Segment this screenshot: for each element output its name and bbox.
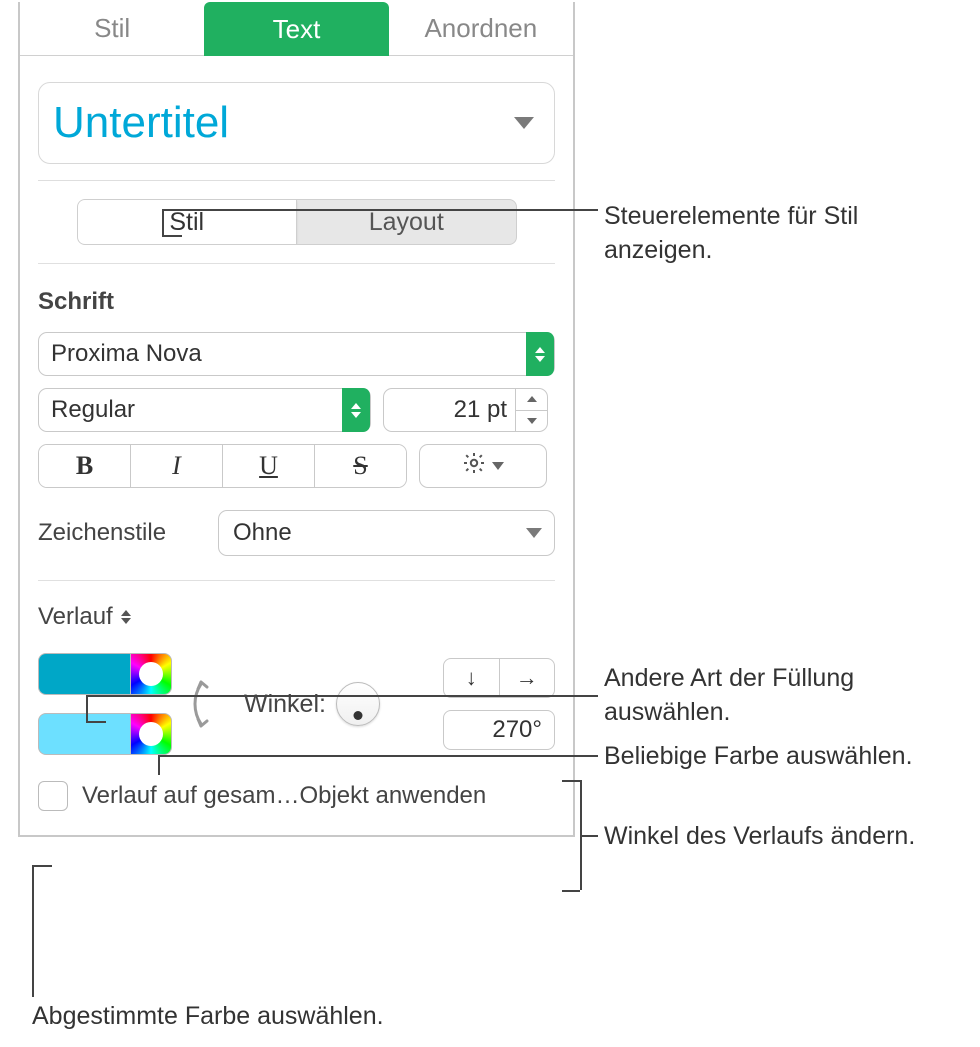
callout-lead	[32, 865, 34, 997]
angle-down-button[interactable]: ↓	[444, 659, 500, 697]
bius-group: B I U S	[38, 444, 407, 488]
underline-button[interactable]: U	[222, 445, 314, 487]
character-styles-label: Zeichenstile	[38, 519, 200, 547]
divider	[38, 180, 555, 181]
font-family-select[interactable]: Proxima Nova	[38, 332, 555, 376]
tab-text[interactable]: Text	[204, 2, 388, 56]
callout-lead	[32, 865, 52, 867]
callout-lead	[162, 209, 164, 236]
paragraph-style-label: Untertitel	[53, 98, 229, 148]
callout-lead	[158, 755, 160, 775]
callout-lead	[158, 755, 598, 757]
callout-lead	[580, 780, 582, 890]
font-weight-value: Regular	[51, 396, 135, 424]
divider	[38, 263, 555, 264]
fill-type-value: Verlauf	[38, 603, 113, 631]
angle-value-field[interactable]: 270°	[443, 710, 555, 750]
callout-fill-type: Andere Art der Füllung auswählen.	[604, 662, 864, 730]
fill-type-dropdown[interactable]: Verlauf	[38, 603, 131, 631]
top-tabs: Stil Text Anordnen	[20, 2, 573, 56]
angle-knob[interactable]	[336, 682, 380, 726]
angle-direction-segmented: ↓ →	[443, 658, 555, 698]
bold-button[interactable]: B	[39, 445, 130, 487]
tab-stil[interactable]: Stil	[20, 2, 204, 56]
angle-right-button[interactable]: →	[500, 659, 555, 697]
advanced-font-button[interactable]	[419, 444, 547, 488]
font-size-down[interactable]	[516, 411, 547, 432]
seg-layout[interactable]: Layout	[297, 200, 516, 244]
callout-lead	[86, 695, 88, 722]
callout-lead	[562, 890, 580, 892]
chevron-down-icon	[492, 462, 504, 470]
callout-angle: Winkel des Verlaufs ändern.	[604, 820, 974, 854]
format-sidebar: Stil Text Anordnen Untertitel Stil Layou…	[18, 2, 575, 837]
gradient-color-1-wheel[interactable]	[130, 653, 172, 695]
paragraph-style-dropdown[interactable]: Untertitel	[38, 82, 555, 164]
callout-lead	[162, 235, 182, 237]
callout-matched-color: Abgestimmte Farbe auswählen.	[32, 1000, 512, 1034]
callout-lead	[162, 209, 598, 211]
font-family-value: Proxima Nova	[51, 340, 202, 368]
callout-lead	[562, 780, 580, 782]
callout-lead	[580, 835, 598, 837]
callout-stil-controls: Steuerelemente für Stil anzeigen.	[604, 200, 864, 268]
updown-icon	[121, 610, 131, 624]
gradient-color-2-wheel[interactable]	[130, 713, 172, 755]
schrift-label: Schrift	[38, 288, 555, 316]
select-stepper-icon	[526, 332, 554, 376]
font-size-up[interactable]	[516, 389, 547, 411]
gradient-controls: Winkel: ↓ → 270°	[38, 653, 555, 755]
select-stepper-icon	[342, 388, 370, 432]
font-size-value: 21 pt	[384, 396, 515, 424]
stil-layout-segmented: Stil Layout	[77, 199, 517, 245]
font-weight-select[interactable]: Regular	[38, 388, 371, 432]
italic-button[interactable]: I	[130, 445, 222, 487]
apply-whole-object-checkbox[interactable]	[38, 781, 68, 811]
gradient-color-2-swatch[interactable]	[38, 713, 130, 755]
callout-lead	[86, 721, 106, 723]
tab-anordnen[interactable]: Anordnen	[389, 2, 573, 56]
character-styles-select[interactable]: Ohne	[218, 510, 555, 556]
chevron-down-icon	[514, 117, 534, 129]
font-size-stepper	[515, 389, 547, 431]
chevron-down-icon	[526, 528, 542, 538]
strikethrough-button[interactable]: S	[314, 445, 406, 487]
gear-icon	[462, 451, 486, 482]
callout-lead	[86, 695, 598, 697]
divider	[38, 580, 555, 581]
gradient-color-1-swatch[interactable]	[38, 653, 130, 695]
apply-whole-object-label: Verlauf auf gesam…Objekt anwenden	[82, 782, 486, 810]
seg-stil[interactable]: Stil	[78, 200, 298, 244]
font-size-field[interactable]: 21 pt	[383, 388, 548, 432]
callout-any-color: Beliebige Farbe auswählen.	[604, 740, 964, 774]
swap-colors-button[interactable]	[188, 668, 228, 740]
character-styles-value: Ohne	[233, 519, 292, 547]
angle-value: 270°	[492, 716, 542, 744]
angle-label: Winkel:	[244, 690, 326, 719]
